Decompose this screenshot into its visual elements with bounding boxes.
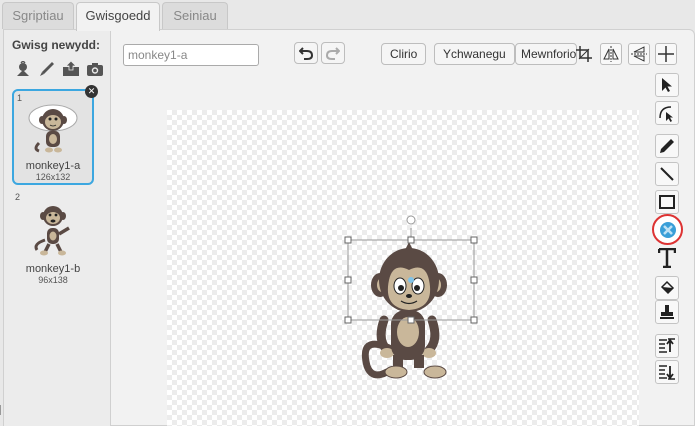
add-button[interactable]: Ychwanegu — [434, 43, 515, 65]
bring-forward-icon[interactable] — [655, 334, 679, 358]
flip-horizontal-icon[interactable] — [600, 43, 622, 65]
costume-index: 2 — [15, 192, 21, 202]
clear-button[interactable]: Clirio — [381, 43, 427, 65]
costume-image — [34, 206, 70, 256]
costume-name-input[interactable] — [123, 44, 259, 66]
send-backward-icon[interactable] — [655, 360, 679, 384]
text-icon[interactable] — [655, 246, 679, 270]
costumes-panel: Gwisg newydd: 1 ✕ monkey1-a 126x132 2 mo… — [3, 29, 695, 426]
crosshair-icon[interactable] — [655, 43, 677, 65]
reshape-icon[interactable] — [655, 101, 679, 125]
tab-costumes[interactable]: Gwisgoedd — [76, 2, 160, 31]
select-icon[interactable] — [655, 73, 679, 97]
costume-name: monkey1-a — [25, 160, 81, 172]
costume-thumbnail-2[interactable]: 2 monkey1-b 96x138 — [12, 190, 94, 286]
tab-bar: Sgriptiau Gwisgoedd Seiniau — [0, 0, 695, 31]
redo-icon — [326, 47, 340, 60]
ellipse-icon[interactable] — [652, 214, 683, 245]
rectangle-icon[interactable] — [655, 190, 679, 214]
costume-editor: Sgriptiau Gwisgoedd Seiniau Gwisg newydd… — [0, 0, 695, 426]
import-button[interactable]: Mewnforio — [515, 43, 577, 65]
stamp-icon[interactable] — [655, 300, 679, 324]
upload-icon[interactable] — [62, 60, 80, 78]
paint-canvas[interactable] — [167, 110, 639, 426]
new-costume-options — [14, 60, 104, 78]
costume-name: monkey1-b — [25, 263, 81, 275]
pencil-icon[interactable] — [655, 134, 679, 158]
paint-brush-icon[interactable] — [38, 60, 56, 78]
new-costume-label: Gwisg newydd: — [12, 38, 101, 52]
crop-icon[interactable] — [573, 43, 595, 65]
fill-icon[interactable] — [655, 276, 679, 300]
tab-scripts[interactable]: Sgriptiau — [2, 2, 74, 29]
flip-vertical-icon[interactable] — [628, 43, 650, 65]
costume-thumbnail-1[interactable]: 1 ✕ monkey1-a 126x132 — [12, 85, 98, 185]
line-icon[interactable] — [655, 162, 679, 186]
camera-icon[interactable] — [86, 60, 104, 78]
undo-icon — [299, 47, 313, 60]
redo-button[interactable] — [321, 42, 345, 64]
costume-size: 96x138 — [38, 275, 68, 285]
costume-index: 1 — [17, 93, 23, 103]
costume-list: Gwisg newydd: 1 ✕ monkey1-a 126x132 2 mo… — [4, 30, 111, 426]
sprite-library-icon[interactable] — [14, 60, 32, 78]
costume-size: 126x132 — [35, 172, 71, 182]
resize-handle — [0, 405, 3, 415]
delete-costume-icon[interactable]: ✕ — [85, 85, 98, 98]
costume-drawing — [344, 215, 478, 379]
undo-button[interactable] — [294, 42, 318, 64]
tab-sounds[interactable]: Seiniau — [162, 2, 228, 29]
costume-image — [28, 104, 78, 153]
